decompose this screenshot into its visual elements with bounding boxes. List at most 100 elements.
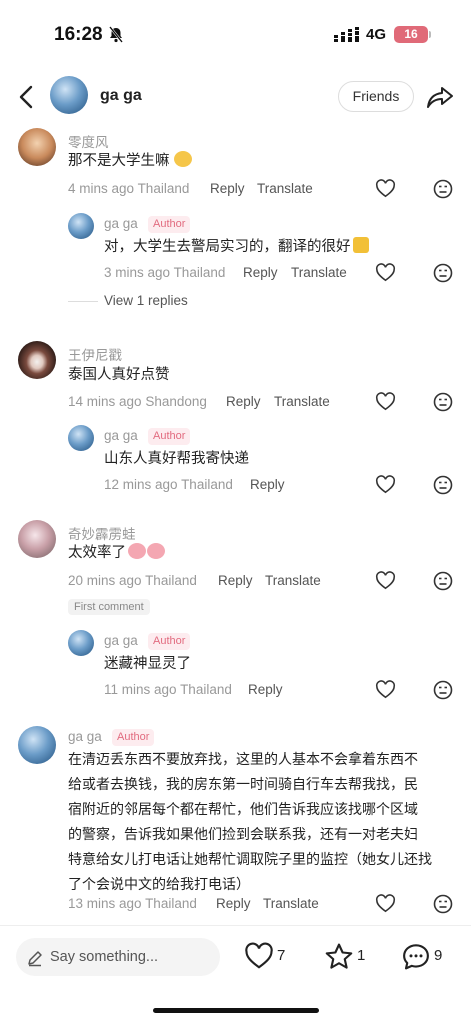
- user-avatar[interactable]: [18, 128, 56, 166]
- like-heart-icon[interactable]: [375, 571, 396, 590]
- reply-text: 迷藏神显灵了: [104, 656, 191, 672]
- comment-time: 14 mins ago: [68, 394, 142, 409]
- dislike-face-icon[interactable]: [433, 680, 453, 700]
- home-indicator: [153, 1008, 319, 1013]
- translate-button[interactable]: Translate: [263, 896, 319, 911]
- thumbs-up-icon: [352, 237, 369, 253]
- like-heart-icon[interactable]: [375, 179, 396, 198]
- author-badge: Author: [112, 729, 155, 746]
- battery-tip: [429, 31, 431, 38]
- author-name[interactable]: ga ga: [100, 87, 142, 105]
- comment-text-line: 宿附近的邻居每个都在帮忙，他们告诉我应该找哪个区域: [68, 801, 418, 817]
- reply-location: Thailand: [181, 477, 233, 492]
- author-avatar[interactable]: [50, 76, 88, 114]
- view-replies-link[interactable]: View 1 replies: [68, 293, 188, 308]
- user-avatar[interactable]: [68, 425, 94, 451]
- reply-username[interactable]: ga ga: [104, 428, 138, 443]
- comment-username[interactable]: ga ga: [68, 729, 102, 744]
- reply-button[interactable]: Reply: [250, 477, 285, 492]
- comment-location: Thailand: [145, 573, 197, 588]
- bell-muted-icon: [109, 26, 123, 43]
- comment-text-content: 太效率了: [68, 545, 126, 561]
- reply-button[interactable]: Reply: [226, 394, 261, 409]
- battery-icon: 16: [394, 26, 428, 43]
- back-arrow-icon[interactable]: [16, 84, 38, 110]
- network-type: 4G: [366, 26, 387, 43]
- comment-time: 20 mins ago: [68, 573, 142, 588]
- comment-input-placeholder: Say something...: [50, 949, 158, 965]
- author-badge: Author: [148, 216, 191, 233]
- comment-username[interactable]: 零度风: [68, 131, 109, 151]
- user-avatar[interactable]: [18, 341, 56, 379]
- divider-line: [68, 300, 98, 302]
- dislike-face-icon[interactable]: [433, 894, 453, 914]
- top-nav: ga ga Friends: [0, 72, 471, 122]
- comment-bubble-icon[interactable]: [401, 942, 431, 971]
- emoji-sticker-icon: [173, 151, 192, 167]
- signal-icon: [334, 27, 359, 42]
- comment-meta: 4 mins ago Thailand: [68, 181, 189, 196]
- like-heart-icon[interactable]: [244, 942, 274, 970]
- reply-username[interactable]: ga ga: [104, 633, 138, 648]
- star-icon[interactable]: [324, 942, 354, 971]
- reply-button[interactable]: Reply: [210, 181, 245, 196]
- dislike-face-icon[interactable]: [433, 179, 453, 199]
- reply-button[interactable]: Reply: [248, 682, 283, 697]
- comment-time: 4 mins ago: [68, 181, 135, 196]
- share-icon[interactable]: [426, 84, 454, 110]
- author-badge: Author: [148, 428, 191, 445]
- dislike-face-icon[interactable]: [433, 392, 453, 412]
- reply-button[interactable]: Reply: [243, 265, 278, 280]
- comment-meta: 14 mins ago Shandong: [68, 394, 207, 409]
- comment-text-line: 特意给女儿打电话让她帮忙调取院子里的监控（她女儿还找: [68, 851, 432, 867]
- reply-time: 12 mins ago: [104, 477, 178, 492]
- star-count: 1: [357, 947, 366, 964]
- dislike-face-icon[interactable]: [433, 263, 453, 283]
- translate-button[interactable]: Translate: [257, 181, 313, 196]
- comment-text-line: 在清迈丢东西不要放弃找，这里的人基本不会拿着东西不: [68, 751, 418, 767]
- battery-level: 16: [404, 27, 418, 41]
- status-bar: 16:28 4G 16: [0, 0, 471, 68]
- friends-button[interactable]: Friends: [338, 81, 414, 112]
- user-avatar[interactable]: [68, 213, 94, 239]
- comment-time: 13 mins ago: [68, 896, 142, 911]
- reply-text: 对，大学生去警局实习的，翻译的很好: [104, 235, 369, 260]
- reply-button[interactable]: Reply: [218, 573, 253, 588]
- translate-button[interactable]: Translate: [265, 573, 321, 588]
- comment-location: Thailand: [145, 896, 197, 911]
- comment-text-line: 给或者去换钱，我的房东第一时间骑自行车去帮我找，民: [68, 776, 418, 792]
- comment-username[interactable]: 王伊尼戳: [68, 344, 122, 364]
- reply-username[interactable]: ga ga: [104, 216, 138, 231]
- view-replies-text[interactable]: View 1 replies: [104, 293, 188, 308]
- like-heart-icon[interactable]: [375, 392, 396, 411]
- comment-text-content: 那不是大学生嘛: [68, 153, 170, 169]
- dislike-face-icon[interactable]: [433, 475, 453, 495]
- comment-meta: 13 mins ago Thailand: [68, 896, 197, 911]
- user-avatar[interactable]: [68, 630, 94, 656]
- first-comment-tag: First comment: [68, 599, 150, 615]
- like-count: 7: [277, 947, 286, 964]
- comment-input[interactable]: Say something...: [16, 938, 220, 976]
- reply-location: Thailand: [180, 682, 232, 697]
- comment-text: 泰国人真好点赞: [68, 367, 170, 383]
- dislike-face-icon[interactable]: [433, 571, 453, 591]
- translate-button[interactable]: Translate: [274, 394, 330, 409]
- like-heart-icon[interactable]: [375, 263, 396, 282]
- reply-button[interactable]: Reply: [216, 896, 251, 911]
- like-heart-icon[interactable]: [375, 680, 396, 699]
- reply-time: 11 mins ago: [104, 682, 177, 697]
- reply-meta: 11 mins ago Thailand: [104, 682, 232, 697]
- translate-button[interactable]: Translate: [291, 265, 347, 280]
- user-avatar[interactable]: [18, 726, 56, 764]
- reply-location: Thailand: [173, 265, 226, 280]
- like-heart-icon[interactable]: [375, 475, 396, 494]
- comment-text: 太效率了: [68, 541, 165, 566]
- comment-username[interactable]: 奇妙霹雳蛙: [68, 523, 136, 543]
- reply-text-content: 对，大学生去警局实习的，翻译的很好: [104, 239, 351, 255]
- user-avatar[interactable]: [18, 520, 56, 558]
- comment-count: 9: [434, 947, 443, 964]
- comment-text-line: 的警察，告诉我如果他们捡到会联系我，还有一对老夫妇: [68, 826, 418, 842]
- like-heart-icon[interactable]: [375, 894, 396, 913]
- comment-location: Shandong: [145, 394, 207, 409]
- author-badge: Author: [148, 633, 191, 650]
